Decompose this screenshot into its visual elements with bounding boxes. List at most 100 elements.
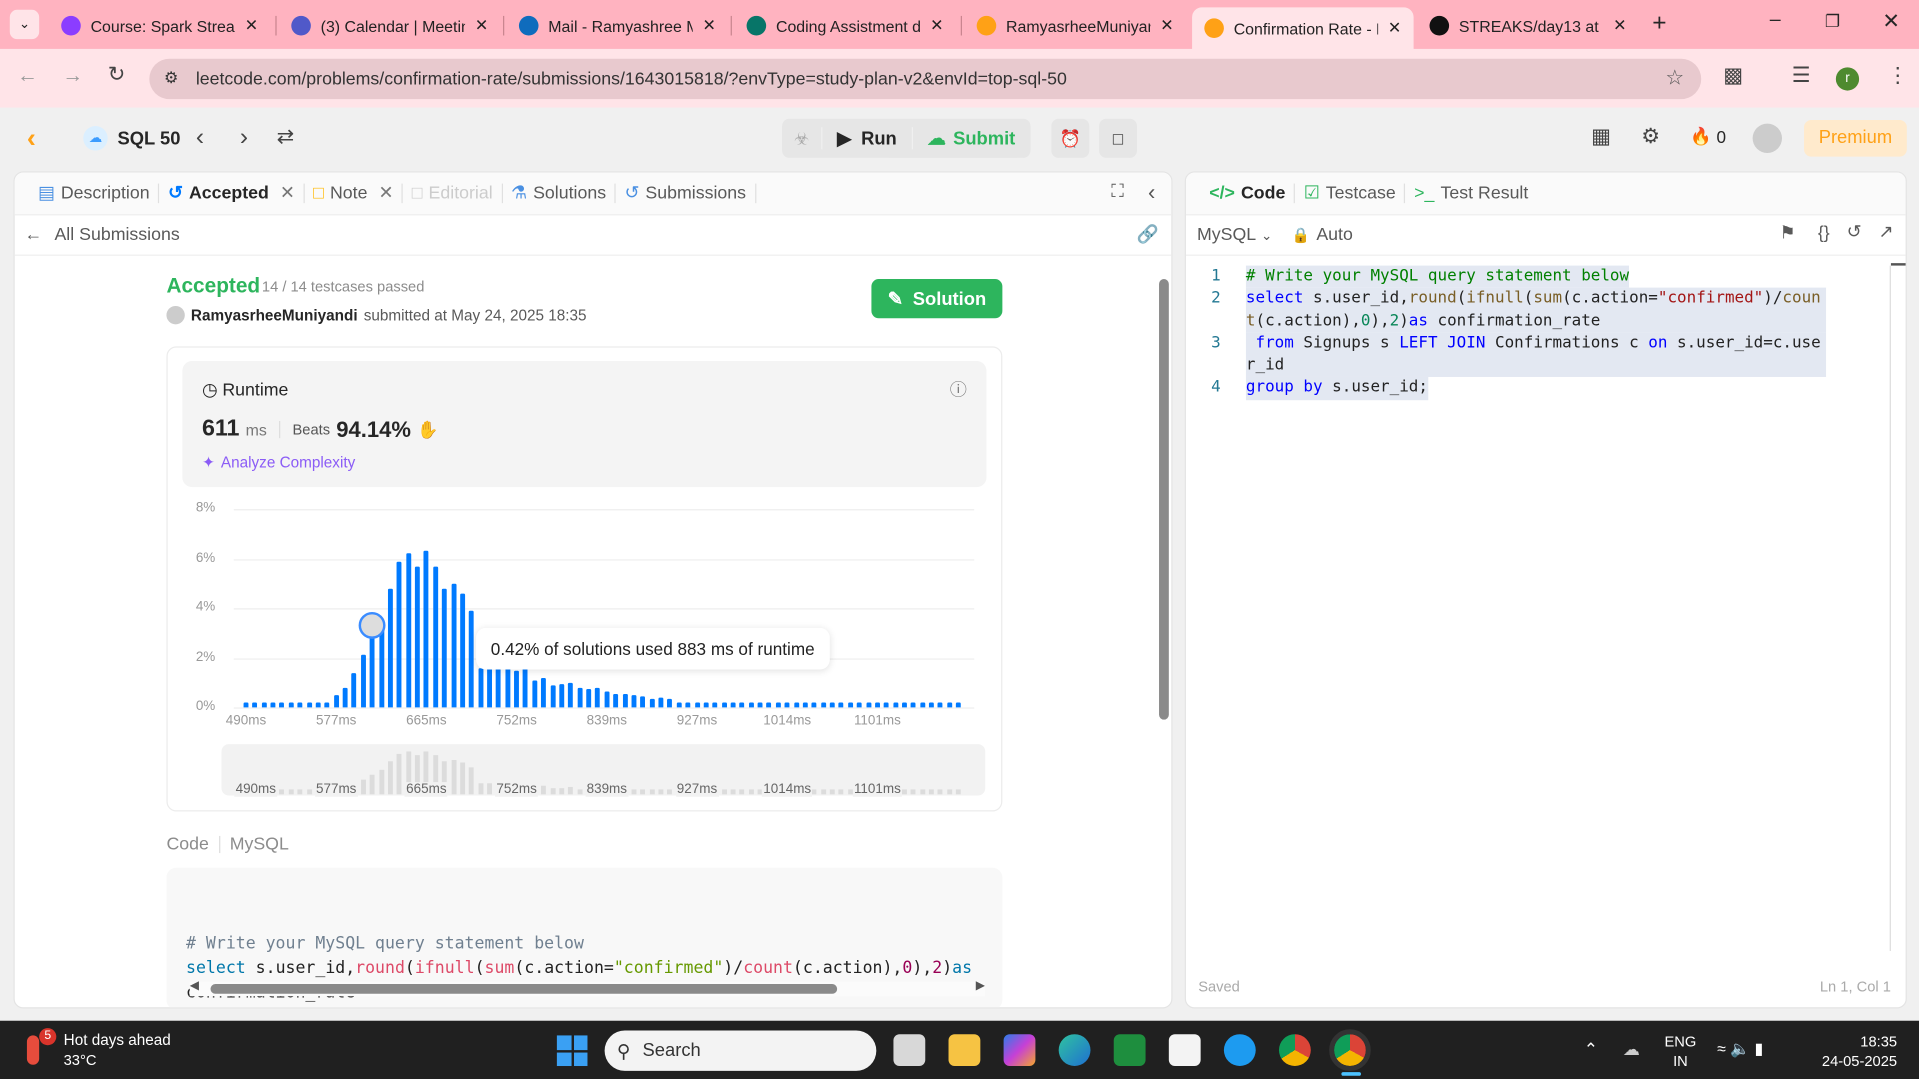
user-avatar[interactable]: [1752, 123, 1782, 153]
horizontal-scrollbar[interactable]: ◀ ▶: [189, 979, 985, 997]
vertical-scrollbar[interactable]: [1159, 263, 1169, 997]
histogram-bar[interactable]: [784, 702, 790, 708]
tab-search-button[interactable]: ⌄: [9, 9, 40, 40]
all-submissions-link[interactable]: ← All Submissions 🔗: [14, 215, 1172, 256]
editor-scrollbar[interactable]: [1889, 265, 1891, 951]
username-link[interactable]: RamyasrheeMuniyandi: [191, 307, 358, 324]
submit-button[interactable]: ☁ Submit: [911, 127, 1030, 150]
histogram-bar[interactable]: [414, 566, 420, 708]
tab-submissions[interactable]: ↺ Submissions: [616, 183, 756, 204]
histogram-bar[interactable]: [631, 695, 637, 708]
classroom-icon[interactable]: [1113, 1034, 1146, 1067]
scroll-right-icon[interactable]: ▶: [976, 979, 985, 992]
histogram-bar[interactable]: [595, 687, 601, 708]
close-tab-icon[interactable]: ✕: [1613, 16, 1626, 36]
histogram-bar[interactable]: [613, 693, 619, 708]
collapse-panel-icon[interactable]: ‹: [1148, 180, 1155, 206]
tab-code[interactable]: </> Code: [1201, 183, 1296, 204]
histogram-bar[interactable]: [757, 702, 763, 708]
histogram-bar[interactable]: [487, 667, 492, 708]
file-explorer-icon[interactable]: [948, 1034, 981, 1067]
histogram-bar[interactable]: [351, 672, 357, 708]
histogram-bar[interactable]: [820, 702, 826, 708]
histogram-bar[interactable]: [496, 667, 502, 708]
timer-button[interactable]: ⏰: [1051, 118, 1090, 158]
histogram-bar[interactable]: [460, 593, 465, 708]
notes-button[interactable]: □: [1099, 118, 1138, 158]
histogram-bar[interactable]: [685, 702, 691, 708]
browser-tab[interactable]: Confirmation Rate - L ✕: [1192, 7, 1414, 49]
close-window-button[interactable]: ✕: [1882, 10, 1899, 34]
browser-tab[interactable]: Coding Assistment d ✕: [734, 7, 955, 44]
shuffle-icon[interactable]: ⇄: [277, 125, 294, 149]
histogram-bar[interactable]: [748, 702, 754, 708]
chrome-profile-icon[interactable]: [1278, 1034, 1311, 1067]
histogram-bar[interactable]: [505, 667, 511, 708]
edge-icon[interactable]: [1058, 1034, 1091, 1067]
help-icon[interactable]: [1223, 1034, 1256, 1067]
show-hidden-icons[interactable]: ⌃: [1584, 1039, 1598, 1060]
editor-scroll-marker[interactable]: [1890, 263, 1906, 266]
histogram-bar[interactable]: [793, 702, 799, 708]
restore-button[interactable]: ❐: [1825, 11, 1840, 32]
histogram-bar[interactable]: [920, 702, 925, 708]
tab-note[interactable]: □ Note ✕: [305, 183, 404, 204]
extensions-icon[interactable]: ▩: [1723, 64, 1743, 88]
streak-counter[interactable]: 🔥 0: [1690, 126, 1726, 147]
close-tab-icon[interactable]: ✕: [475, 16, 488, 36]
close-tab-icon[interactable]: ✕: [930, 16, 943, 36]
profile-avatar[interactable]: r: [1835, 67, 1860, 91]
tab-description[interactable]: ▤ Description: [29, 183, 160, 204]
histogram-bar[interactable]: [342, 687, 348, 708]
histogram-bar[interactable]: [478, 667, 483, 708]
histogram-bar[interactable]: [739, 702, 745, 708]
tab-test-result[interactable]: >_ Test Result: [1406, 184, 1537, 204]
info-icon[interactable]: ⓘ: [950, 377, 967, 401]
bookmark-icon[interactable]: ⚑: [1780, 224, 1796, 244]
histogram-bar[interactable]: [423, 551, 429, 708]
back-icon[interactable]: ←: [17, 64, 38, 88]
histogram-bar[interactable]: [514, 670, 520, 708]
store-icon[interactable]: [1168, 1034, 1201, 1067]
tab-editorial[interactable]: □ Editorial: [403, 183, 503, 204]
histogram-bar[interactable]: [865, 702, 871, 708]
histogram-bar[interactable]: [856, 702, 862, 708]
input-language[interactable]: ENG IN: [1665, 1032, 1697, 1071]
histogram-bar[interactable]: [667, 698, 673, 708]
new-tab-button[interactable]: +: [1652, 10, 1666, 38]
histogram-bar[interactable]: [649, 698, 655, 708]
histogram-bar[interactable]: [721, 702, 727, 708]
onedrive-icon[interactable]: ☁: [1623, 1039, 1640, 1060]
auto-mode[interactable]: 🔒 Auto: [1292, 225, 1353, 245]
scroll-left-icon[interactable]: ◀: [190, 979, 199, 992]
tab-solutions[interactable]: ⚗ Solutions: [502, 183, 616, 204]
histogram-bar[interactable]: [929, 702, 934, 708]
histogram-bar[interactable]: [829, 702, 835, 708]
site-info-icon[interactable]: ⚙: [164, 69, 178, 89]
runtime-summary[interactable]: ◷ Runtime ⓘ 611 ms Beats 94.14% ✋ ✦ Analyz…: [182, 361, 987, 488]
premium-button[interactable]: Premium: [1804, 119, 1907, 157]
histogram-bar[interactable]: [902, 702, 907, 708]
histogram-bar[interactable]: [883, 702, 889, 708]
histogram-bar[interactable]: [369, 638, 375, 708]
histogram-bar[interactable]: [306, 702, 312, 708]
format-braces-icon[interactable]: {}: [1818, 224, 1830, 244]
close-tab-icon[interactable]: ✕: [1160, 16, 1173, 36]
language-select[interactable]: MySQL ⌄: [1197, 225, 1272, 245]
histogram-bar[interactable]: [324, 702, 330, 708]
browser-tab[interactable]: Course: Spark Stream ✕: [49, 7, 270, 44]
minimize-button[interactable]: –: [1770, 10, 1781, 32]
menu-icon[interactable]: ⋮: [1887, 64, 1908, 88]
post-solution-button[interactable]: ✎ Solution: [871, 279, 1003, 319]
settings-gear-icon[interactable]: ⚙: [1641, 125, 1660, 149]
bookmark-star-icon[interactable]: ☆: [1665, 66, 1684, 90]
browser-tab[interactable]: STREAKS/day13 at m ✕: [1417, 7, 1638, 44]
histogram-bar[interactable]: [577, 687, 583, 708]
tab-accepted[interactable]: ↺ Accepted ✕: [159, 183, 305, 204]
histogram-bar[interactable]: [288, 702, 294, 708]
histogram-bar[interactable]: [956, 702, 962, 708]
reset-icon[interactable]: ↺: [1847, 223, 1862, 243]
histogram-bar[interactable]: [532, 680, 538, 708]
browser-tab[interactable]: (3) Calendar | Meetin ✕: [279, 7, 500, 44]
maximize-icon[interactable]: ⛶: [1111, 182, 1123, 202]
